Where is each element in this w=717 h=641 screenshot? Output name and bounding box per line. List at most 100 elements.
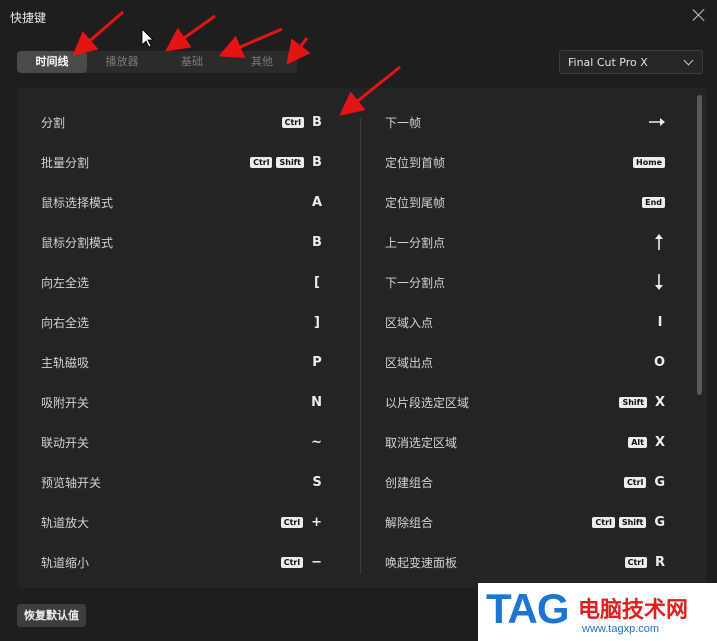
shortcut-keys: [ xyxy=(308,272,322,292)
arrow-right-icon xyxy=(649,118,665,126)
shortcut-row[interactable]: 定位到首帧 Home xyxy=(385,148,665,188)
main-key: X xyxy=(654,394,665,410)
key-badge: Ctrl xyxy=(250,156,273,168)
shortcut-row[interactable]: 取消选定区域 Alt X xyxy=(385,428,665,468)
shortcut-label: 区域入点 xyxy=(385,316,434,330)
shortcut-label: 区域出点 xyxy=(385,356,434,370)
main-key: A xyxy=(311,194,322,210)
shortcut-row[interactable]: 解除组合 Ctrl Shift G xyxy=(385,508,665,548)
shortcut-label: 取消选定区域 xyxy=(385,436,458,450)
shortcut-keys: End xyxy=(642,192,665,212)
shortcut-label: 定位到尾帧 xyxy=(385,196,446,210)
reset-defaults-button[interactable]: 恢复默认值 xyxy=(17,604,86,627)
shortcut-row[interactable]: 区域入点 I xyxy=(385,308,665,348)
shortcut-keys: Ctrl G xyxy=(623,472,665,492)
key-badge: Home xyxy=(633,156,665,168)
shortcut-keys: Ctrl R xyxy=(624,552,665,572)
column-divider xyxy=(360,118,361,574)
main-key: B xyxy=(312,114,322,130)
shortcut-keys: O xyxy=(650,352,665,372)
watermark-tag: TAG xyxy=(486,585,570,632)
shortcut-row[interactable]: 以片段选定区域 Shift X xyxy=(385,388,665,428)
main-key: [ xyxy=(314,274,320,290)
shortcut-row[interactable]: 主轨磁吸 P xyxy=(41,348,322,388)
shortcut-keys: A xyxy=(308,192,322,212)
shortcut-label: 向右全选 xyxy=(41,316,90,330)
main-key: X xyxy=(654,434,665,450)
tab-basic[interactable]: 基础 xyxy=(157,51,227,73)
shortcut-label: 下一分割点 xyxy=(385,276,446,290)
key-badge: Ctrl xyxy=(281,116,304,128)
preset-value: Final Cut Pro X xyxy=(568,56,648,69)
main-key: S xyxy=(312,474,322,490)
key-badge: Ctrl xyxy=(623,476,647,488)
shortcut-row[interactable]: 吸附开关 N xyxy=(41,388,322,428)
main-key: I xyxy=(657,314,663,330)
shortcut-row[interactable]: 向左全选 [ xyxy=(41,268,322,308)
shortcut-label: 唤起变速面板 xyxy=(385,556,458,570)
shortcut-row[interactable]: 下一分割点 xyxy=(385,268,665,308)
key-badge: Alt xyxy=(628,436,647,448)
shortcut-label: 解除组合 xyxy=(385,516,434,530)
shortcut-row[interactable]: 上一分割点 xyxy=(385,228,665,268)
shortcut-row[interactable]: 分割 Ctrl B xyxy=(41,108,322,148)
shortcut-keys: P xyxy=(308,352,322,372)
close-icon[interactable] xyxy=(689,6,709,26)
main-key: R xyxy=(654,554,665,570)
tab-timeline[interactable]: 时间线 xyxy=(17,51,87,73)
shortcut-label: 定位到首帧 xyxy=(385,156,446,170)
shortcut-label: 鼠标分割模式 xyxy=(41,236,114,250)
main-key: G xyxy=(654,514,665,530)
shortcut-keys: Home xyxy=(633,152,665,172)
scrollbar-thumb[interactable] xyxy=(697,95,702,395)
preset-dropdown[interactable]: Final Cut Pro X xyxy=(559,50,703,74)
shortcut-label: 批量分割 xyxy=(41,156,90,170)
shortcut-label: 上一分割点 xyxy=(385,236,446,250)
shortcut-row[interactable]: 预览轴开关 S xyxy=(41,468,322,508)
shortcut-label: 创建组合 xyxy=(385,476,434,490)
shortcut-label: 主轨磁吸 xyxy=(41,356,90,370)
tab-player[interactable]: 播放器 xyxy=(87,51,157,73)
main-key: ~ xyxy=(311,434,322,450)
shortcut-label: 以片段选定区域 xyxy=(385,396,470,410)
key-badge: Shift xyxy=(619,396,647,408)
shortcut-column-left: 分割 Ctrl B 批量分割 Ctrl Shift B 鼠标选择模式 A 鼠标分割模式 B 向左全选[… xyxy=(41,108,322,588)
shortcut-list-panel: 分割 Ctrl B 批量分割 Ctrl Shift B 鼠标选择模式 A 鼠标分割模式 B 向左全选[… xyxy=(17,88,707,588)
shortcut-row[interactable]: 向右全选] xyxy=(41,308,322,348)
shortcut-row[interactable]: 联动开关 ~ xyxy=(41,428,322,468)
main-key: B xyxy=(312,234,322,250)
shortcut-label: 鼠标选择模式 xyxy=(41,196,114,210)
window-title: 快捷键 xyxy=(10,11,47,25)
main-key: N xyxy=(311,394,322,410)
watermark: TAG 电脑技术网 www.tagxp.com xyxy=(478,583,717,641)
shortcut-column-right: 下一帧定位到首帧 Home 定位到尾帧 End 上一分割点下一分割点区域入点 I 区域出点 O… xyxy=(385,108,665,588)
shortcut-row[interactable]: 下一帧 xyxy=(385,108,665,148)
arrow-up-icon xyxy=(655,234,663,250)
watermark-name: 电脑技术网 xyxy=(578,598,689,623)
shortcut-row[interactable]: 区域出点 O xyxy=(385,348,665,388)
key-badge: Ctrl xyxy=(592,516,615,528)
tab-other[interactable]: 其他 xyxy=(227,51,297,73)
shortcut-row[interactable]: 鼠标分割模式 B xyxy=(41,228,322,268)
shortcut-keys: Ctrl Shift B xyxy=(250,152,322,172)
shortcut-keys xyxy=(649,272,665,292)
shortcut-keys: ] xyxy=(308,312,322,332)
title-bar: 快捷键 xyxy=(0,0,717,34)
key-badge: Shift xyxy=(276,156,304,168)
main-key: − xyxy=(311,554,322,570)
shortcut-row[interactable]: 唤起变速面板 Ctrl R xyxy=(385,548,665,588)
shortcut-row[interactable]: 鼠标选择模式 A xyxy=(41,188,322,228)
shortcut-row[interactable]: 批量分割 Ctrl Shift B xyxy=(41,148,322,188)
main-key: B xyxy=(312,154,322,170)
key-badge: Shift xyxy=(618,516,647,528)
shortcut-label: 轨道放大 xyxy=(41,516,90,530)
shortcut-row[interactable]: 轨道放大 Ctrl + xyxy=(41,508,322,548)
shortcut-row[interactable]: 轨道缩小 Ctrl − xyxy=(41,548,322,588)
main-key: ] xyxy=(314,314,320,330)
shortcut-keys xyxy=(649,232,665,252)
shortcut-row[interactable]: 创建组合 Ctrl G xyxy=(385,468,665,508)
shortcut-keys: N xyxy=(307,392,322,412)
key-badge: End xyxy=(642,196,665,208)
shortcut-row[interactable]: 定位到尾帧 End xyxy=(385,188,665,228)
main-key: O xyxy=(653,354,665,370)
